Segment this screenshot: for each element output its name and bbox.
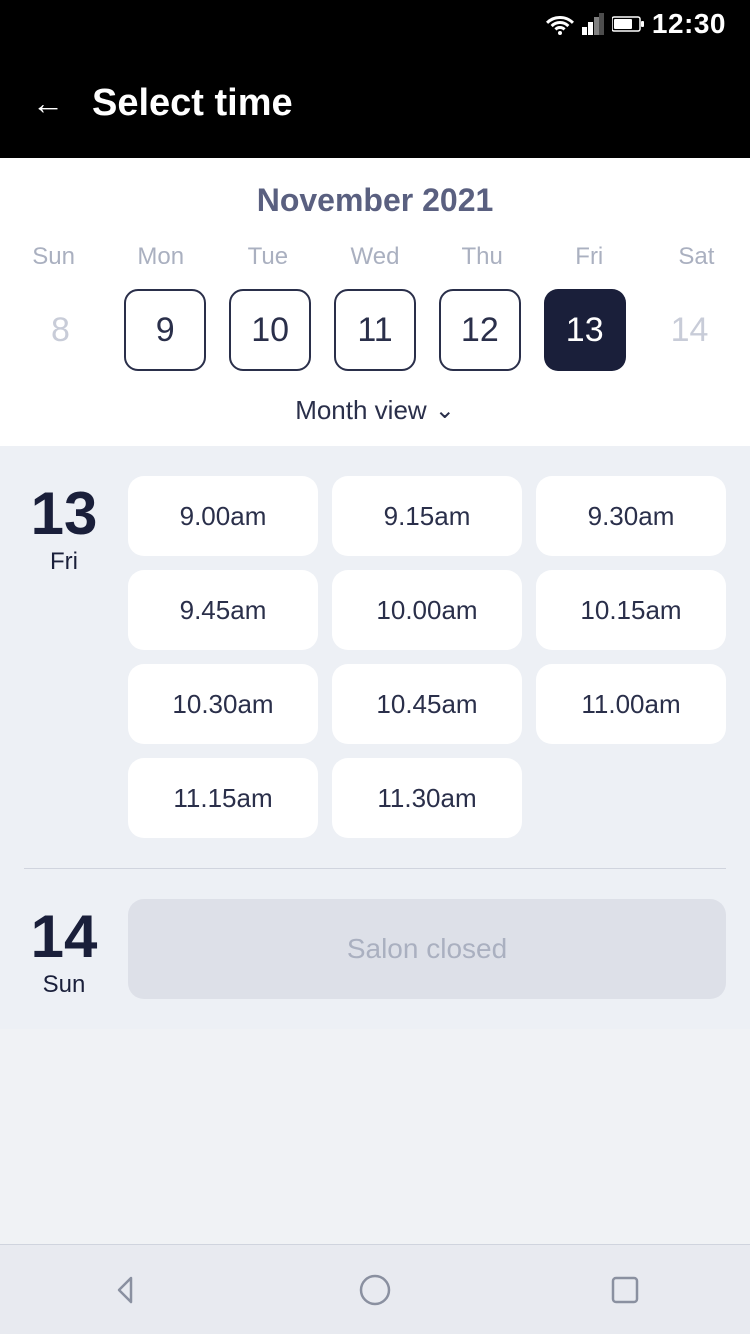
time-slot-1030am[interactable]: 10.30am bbox=[128, 664, 318, 744]
month-year-label: November 2021 bbox=[0, 182, 750, 219]
day-14-number: 14 bbox=[31, 907, 98, 967]
back-button[interactable]: ← bbox=[32, 85, 64, 122]
weekday-thu: Thu bbox=[429, 239, 536, 275]
day-14-label: 14 Sun bbox=[24, 899, 104, 999]
status-icons: 12:30 bbox=[546, 8, 726, 40]
time-slot-1000am[interactable]: 10.00am bbox=[332, 570, 522, 650]
time-slot-915am[interactable]: 9.15am bbox=[332, 476, 522, 556]
day-button-14: 14 bbox=[649, 289, 731, 371]
time-slot-1100am[interactable]: 11.00am bbox=[536, 664, 726, 744]
weekday-sun: Sun bbox=[0, 239, 107, 275]
day-cell-9[interactable]: 9 bbox=[113, 283, 218, 377]
month-view-label: Month view bbox=[295, 395, 427, 426]
days-row: 8 9 10 11 12 13 14 bbox=[0, 283, 750, 377]
weekday-fri: Fri bbox=[536, 239, 643, 275]
time-slot-930am[interactable]: 9.30am bbox=[536, 476, 726, 556]
day-13-slots-grid: 9.00am 9.15am 9.30am 9.45am 10.00am 10.1… bbox=[128, 476, 726, 838]
salon-closed-label: Salon closed bbox=[347, 933, 507, 965]
weekday-sat: Sat bbox=[643, 239, 750, 275]
battery-icon bbox=[612, 15, 644, 33]
page-title: Select time bbox=[92, 82, 293, 125]
day-cell-10[interactable]: 10 bbox=[218, 283, 323, 377]
day-cell-11[interactable]: 11 bbox=[323, 283, 428, 377]
weekdays-row: Sun Mon Tue Wed Thu Fri Sat bbox=[0, 239, 750, 275]
bottom-nav bbox=[0, 1244, 750, 1334]
day-14-name: Sun bbox=[43, 971, 86, 999]
nav-back-button[interactable] bbox=[103, 1268, 147, 1312]
day-button-11[interactable]: 11 bbox=[334, 289, 416, 371]
chevron-down-icon: ⌄ bbox=[435, 396, 455, 425]
day-cell-14: 14 bbox=[637, 283, 742, 377]
time-slot-1115am[interactable]: 11.15am bbox=[128, 758, 318, 838]
time-slot-1015am[interactable]: 10.15am bbox=[536, 570, 726, 650]
nav-recents-button[interactable] bbox=[603, 1268, 647, 1312]
day-13-number: 13 bbox=[31, 484, 98, 544]
header: ← Select time bbox=[0, 48, 750, 158]
time-slot-1045am[interactable]: 10.45am bbox=[332, 664, 522, 744]
month-view-toggle[interactable]: Month view ⌄ bbox=[0, 377, 750, 446]
day-button-12[interactable]: 12 bbox=[439, 289, 521, 371]
day-13-name: Fri bbox=[50, 548, 78, 576]
wifi-icon bbox=[546, 13, 574, 35]
timeslots-section: 13 Fri 9.00am 9.15am 9.30am 9.45am 10.00… bbox=[0, 446, 750, 1029]
day-13-label: 13 Fri bbox=[24, 476, 104, 838]
calendar-section: November 2021 Sun Mon Tue Wed Thu Fri Sa… bbox=[0, 158, 750, 446]
day-divider bbox=[24, 868, 726, 869]
day-button-9[interactable]: 9 bbox=[124, 289, 206, 371]
day-cell-13[interactable]: 13 bbox=[532, 283, 637, 377]
status-bar: 12:30 bbox=[0, 0, 750, 48]
day-13-block: 13 Fri 9.00am 9.15am 9.30am 9.45am 10.00… bbox=[24, 476, 726, 838]
weekday-tue: Tue bbox=[214, 239, 321, 275]
day-14-block: 14 Sun Salon closed bbox=[24, 899, 726, 999]
weekday-mon: Mon bbox=[107, 239, 214, 275]
status-time: 12:30 bbox=[652, 8, 726, 40]
day-button-13[interactable]: 13 bbox=[544, 289, 626, 371]
time-slot-900am[interactable]: 9.00am bbox=[128, 476, 318, 556]
signal-icon bbox=[582, 13, 604, 35]
day-button-10[interactable]: 10 bbox=[229, 289, 311, 371]
day-cell-12[interactable]: 12 bbox=[427, 283, 532, 377]
time-slot-1130am[interactable]: 11.30am bbox=[332, 758, 522, 838]
salon-closed-box: Salon closed bbox=[128, 899, 726, 999]
nav-home-button[interactable] bbox=[353, 1268, 397, 1312]
day-cell-8: 8 bbox=[8, 283, 113, 377]
weekday-wed: Wed bbox=[321, 239, 428, 275]
time-slot-945am[interactable]: 9.45am bbox=[128, 570, 318, 650]
day-button-8: 8 bbox=[19, 289, 101, 371]
